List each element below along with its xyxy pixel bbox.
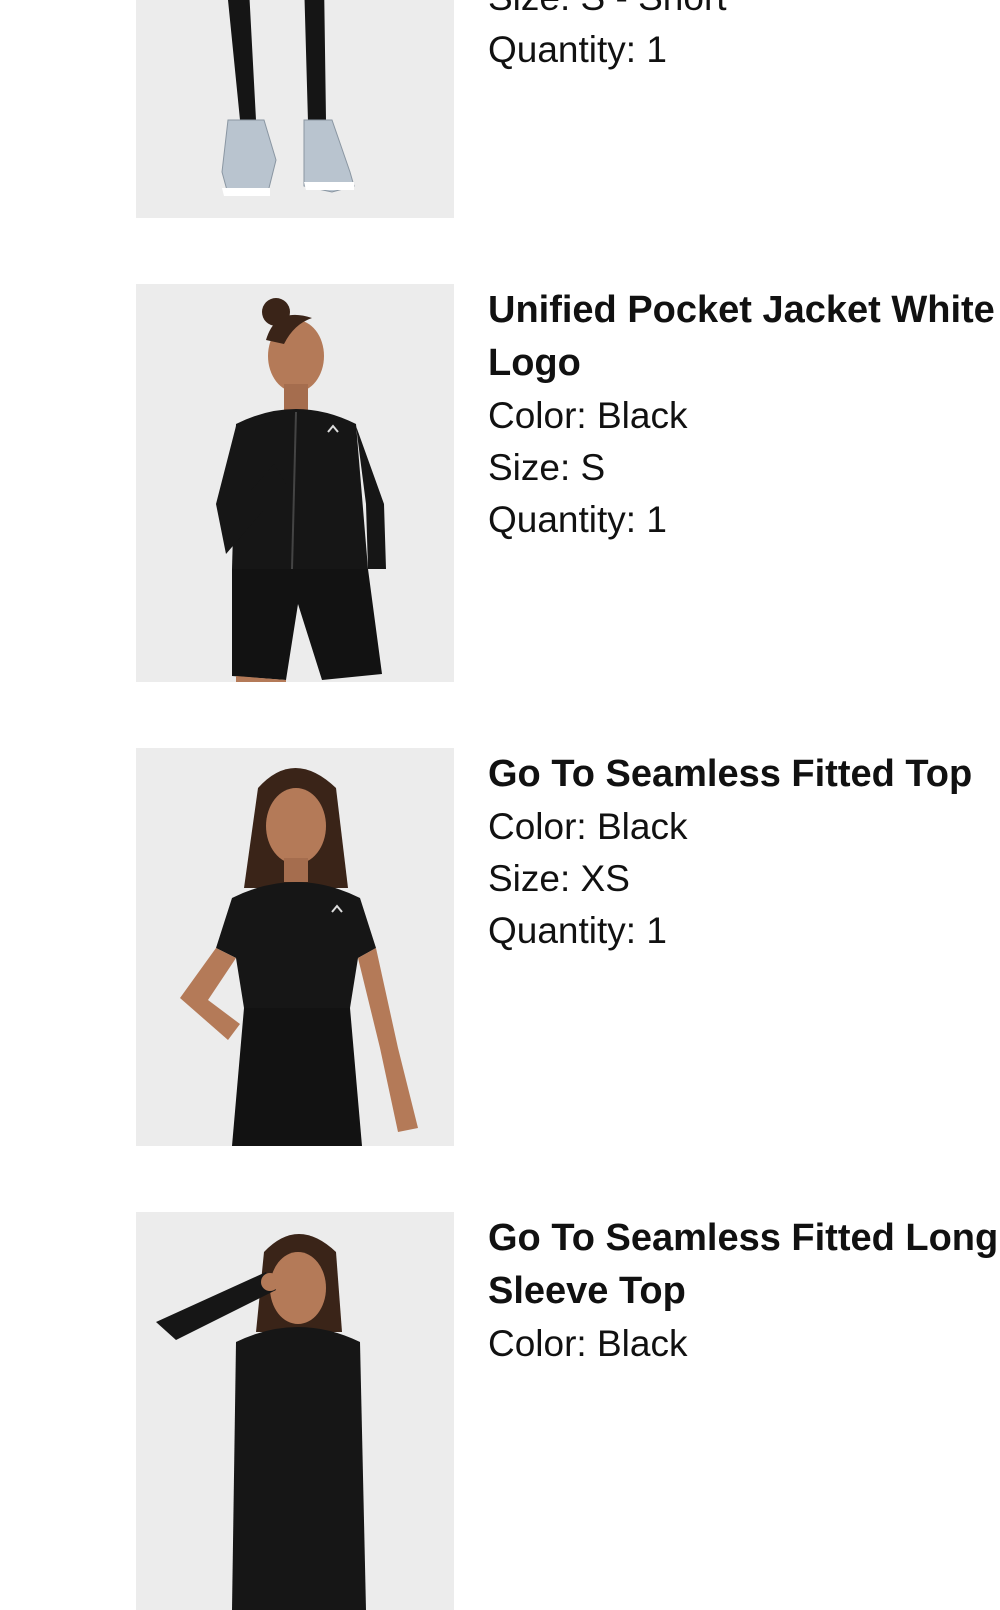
item-quantity: Quantity: 1 [488,499,667,540]
item-details: Go To Seamless Fitted Top Color: Black S… [488,748,1000,957]
item-title[interactable]: Go To Seamless Fitted Long Sleeve Top [488,1212,1000,1318]
item-color: Color: Black [488,806,688,847]
product-image[interactable] [136,1212,454,1610]
product-image[interactable] [136,748,454,1146]
product-image[interactable] [136,284,454,682]
item-size: Size: S - Short [488,0,1000,24]
item-quantity: Quantity: 1 [488,29,667,70]
item-details: Size: S - Short Quantity: 1 [488,0,1000,76]
item-quantity: Quantity: 1 [488,910,667,951]
item-title[interactable]: Go To Seamless Fitted Top [488,748,1000,801]
item-size: Size: S [488,447,606,488]
item-details: Go To Seamless Fitted Long Sleeve Top Co… [488,1212,1000,1370]
item-color: Color: Black [488,395,688,436]
item-details: Unified Pocket Jacket White Logo Color: … [488,284,1000,546]
item-title[interactable]: Unified Pocket Jacket White Logo [488,284,1000,390]
product-image[interactable] [136,0,454,218]
item-color: Color: Black [488,1323,688,1364]
item-size: Size: XS [488,858,630,899]
